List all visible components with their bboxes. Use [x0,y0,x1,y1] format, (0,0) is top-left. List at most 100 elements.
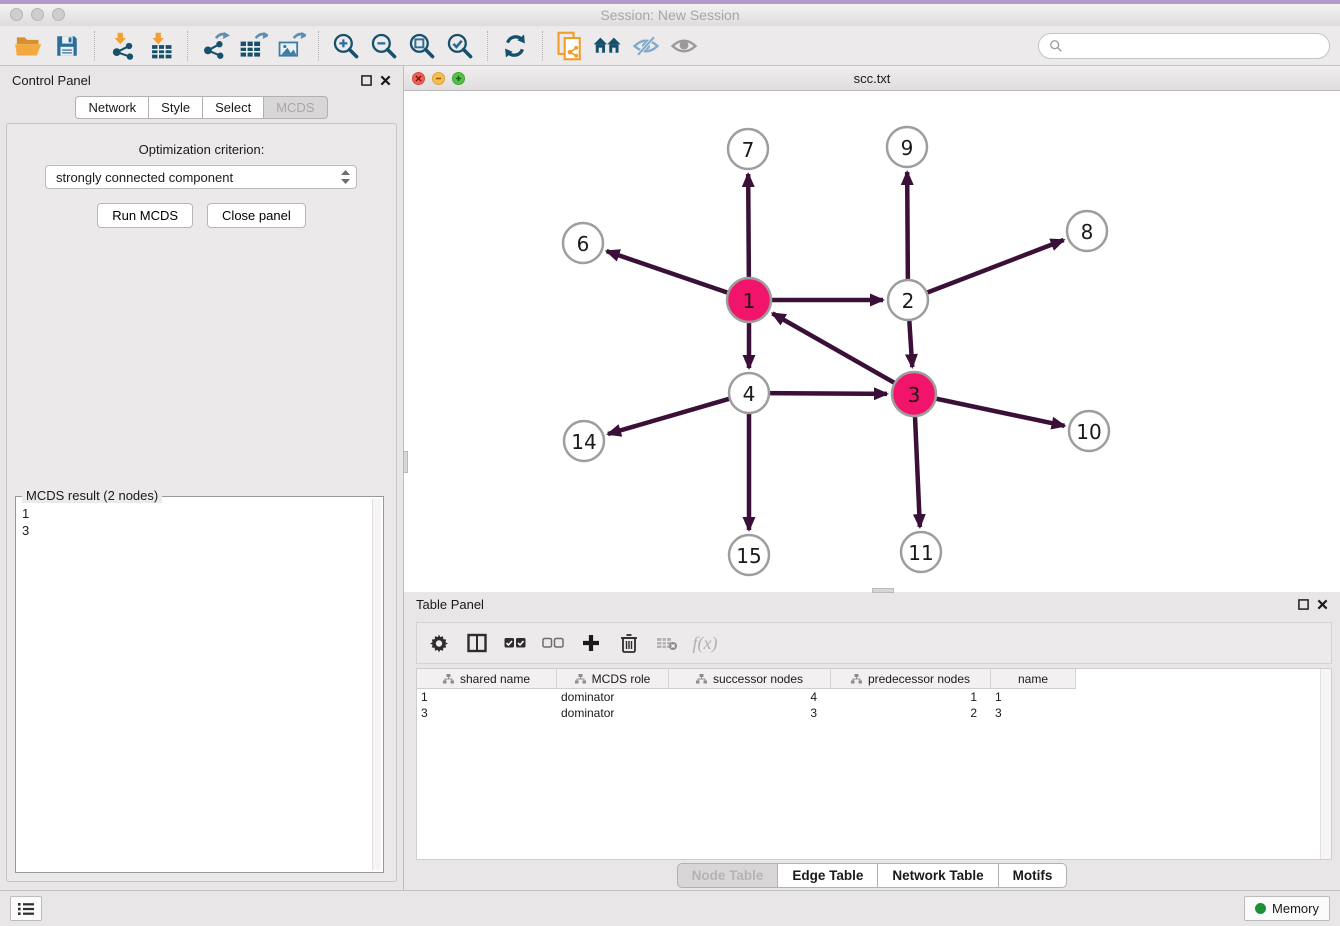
network-view-titlebar: scc.txt [404,66,1340,91]
close-panel-icon[interactable] [380,75,391,86]
tab-select[interactable]: Select [202,96,264,119]
zoom-in-button[interactable] [327,29,365,63]
deselect-all-columns-button[interactable] [541,631,565,655]
unchecked-boxes-icon [542,636,564,650]
create-column-button[interactable] [579,631,603,655]
tab-mcds[interactable]: MCDS [263,96,327,119]
clone-network-button[interactable] [551,29,589,63]
graph-edge-1-7[interactable] [748,174,749,280]
new-network-from-selection-button[interactable] [196,29,234,63]
graph-edge-4-14[interactable] [608,398,732,434]
delete-column-button[interactable] [617,631,641,655]
tab-network[interactable]: Network [75,96,149,119]
import-network-button[interactable] [103,29,141,63]
graph-edge-3-11[interactable] [915,414,920,527]
network-minimize-button[interactable] [432,72,445,85]
export-table-button[interactable] [234,29,272,63]
open-session-button[interactable] [10,29,48,63]
refresh-network-button[interactable] [496,29,534,63]
table-panel-title: Table Panel [416,597,484,612]
toolbar-separator [94,31,95,61]
graph-edge-3-1[interactable] [772,313,896,384]
tab-node-table[interactable]: Node Table [677,863,779,888]
control-panel-tabs: Network Style Select MCDS [0,94,403,119]
function-builder-button[interactable]: f(x) [693,631,717,655]
network-overview-button[interactable] [589,29,627,63]
hide-panels-button[interactable] [627,29,665,63]
column-header[interactable]: shared name [417,669,557,689]
tab-network-table[interactable]: Network Table [877,863,998,888]
select-all-columns-button[interactable] [503,631,527,655]
search-box[interactable] [1038,33,1330,59]
close-glyph-icon [415,75,422,82]
mcds-result-list: 13 [22,505,371,870]
toolbar-separator [487,31,488,61]
tab-style[interactable]: Style [148,96,203,119]
column-header[interactable]: name [991,669,1076,689]
zoom-fit-icon [407,31,437,61]
graph-edge-4-3[interactable] [767,393,887,394]
table-row[interactable]: 1dominator411 [417,689,1331,705]
network-close-button[interactable] [412,72,425,85]
import-table-button[interactable] [141,29,179,63]
graph-edge-3-10[interactable] [934,398,1065,426]
column-header[interactable]: MCDS role [557,669,669,689]
column-header[interactable]: successor nodes [669,669,831,689]
graph-edge-1-6[interactable] [607,251,730,293]
table-row[interactable]: 3dominator323 [417,705,1331,721]
panel-splitter-handle[interactable] [403,451,408,473]
show-panels-button[interactable] [665,29,703,63]
delete-table-button[interactable] [655,631,679,655]
network-maximize-button[interactable] [452,72,465,85]
minus-glyph-icon [435,75,442,82]
network-canvas[interactable]: 7968124314101511 [404,91,1340,592]
graph-node-label: 7 [742,138,755,162]
optimization-criterion-label: Optimization criterion: [7,142,396,157]
minimize-window-button[interactable] [31,8,44,21]
mcds-panel-body: Optimization criterion: strongly connect… [6,123,397,882]
column-header-label: name [1018,672,1048,686]
table-toolbar: f(x) [416,622,1332,664]
maximize-window-button[interactable] [52,8,65,21]
show-log-button[interactable] [10,896,42,921]
graph-node-label: 1 [743,289,756,313]
graph-node-label: 15 [736,544,761,568]
columns-icon [467,633,487,653]
run-mcds-button[interactable]: Run MCDS [97,203,193,228]
graph-node-label: 9 [901,136,914,160]
result-line: 3 [22,522,371,539]
network-traffic-lights [412,72,465,85]
table-scrollbar[interactable] [1320,669,1331,859]
delete-table-icon [656,635,678,651]
graph-edge-2-8[interactable] [925,240,1064,294]
graph-edge-2-3[interactable] [909,318,912,367]
table-cell: 3 [417,706,557,720]
float-panel-icon[interactable] [1298,599,1309,610]
result-scrollbar[interactable] [372,499,381,870]
network-graph[interactable]: 7968124314101511 [404,91,1339,589]
close-panel-icon[interactable] [1317,599,1328,610]
memory-button[interactable]: Memory [1244,896,1330,921]
graph-node-label: 8 [1081,220,1094,244]
bottom-splitter-handle[interactable] [872,588,894,593]
eye-icon [669,33,699,59]
close-panel-button[interactable]: Close panel [207,203,306,228]
float-panel-icon[interactable] [361,75,372,86]
network-view-title: scc.txt [854,71,891,86]
close-window-button[interactable] [10,8,23,21]
search-input[interactable] [1069,38,1319,53]
column-header[interactable]: predecessor nodes [831,669,991,689]
save-session-button[interactable] [48,29,86,63]
gear-icon [429,633,449,653]
table-settings-button[interactable] [427,631,451,655]
tab-motifs[interactable]: Motifs [998,863,1068,888]
export-image-button[interactable] [272,29,310,63]
zoom-out-button[interactable] [365,29,403,63]
column-view-button[interactable] [465,631,489,655]
optimization-criterion-select[interactable]: strongly connected component [45,165,357,189]
graph-edge-2-9[interactable] [907,172,908,282]
zoom-selected-button[interactable] [441,29,479,63]
tab-edge-table[interactable]: Edge Table [777,863,878,888]
column-type-icon [696,674,707,684]
zoom-fit-button[interactable] [403,29,441,63]
